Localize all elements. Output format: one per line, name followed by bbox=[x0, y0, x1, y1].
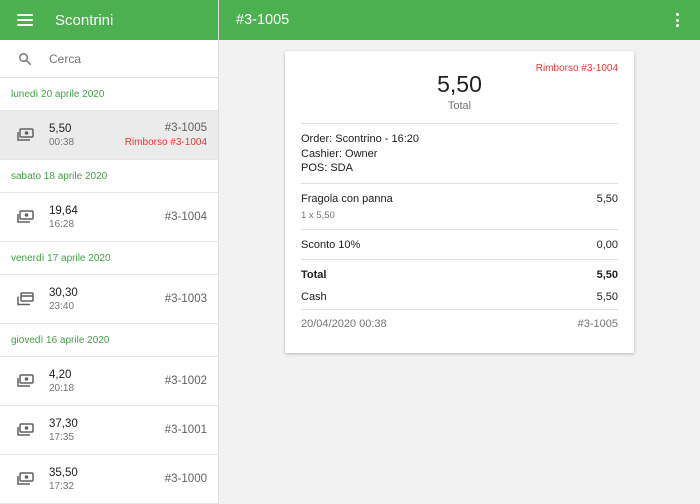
menu-icon[interactable] bbox=[17, 14, 33, 26]
cashier-info: Cashier: Owner bbox=[301, 147, 378, 160]
receipt-title: #3-1005 bbox=[236, 12, 290, 28]
receipt-time: 00:38 bbox=[49, 136, 75, 148]
receipt-amount: 35,50 bbox=[49, 466, 78, 479]
receipt-row[interactable]: 19,64 16:28 #3-1004 bbox=[0, 193, 218, 242]
receipt-row[interactable]: 5,50 00:38 #3-1005 Rimborso #3-1004 bbox=[0, 111, 218, 160]
totals-section: Total 5,50 Cash 5,50 bbox=[301, 260, 618, 309]
cash-icon bbox=[17, 472, 34, 486]
discount-row: Sconto 10% 0,00 bbox=[301, 230, 618, 259]
receipt-row[interactable]: 4,20 20:18 #3-1002 bbox=[0, 357, 218, 406]
receipt-total-caption: Total bbox=[447, 100, 472, 112]
receipt-time: 17:32 bbox=[49, 480, 75, 492]
item-name: Fragola con panna bbox=[301, 192, 393, 205]
receipt-card: Rimborso #3-1004 5,50 Total Order: Scont… bbox=[285, 51, 634, 353]
payment-value: 5,50 bbox=[596, 290, 618, 303]
receipt-footer: 20/04/2020 00:38 #3-1005 bbox=[301, 310, 618, 330]
receipt-datetime: 20/04/2020 00:38 bbox=[301, 317, 387, 330]
right-app-bar: #3-1005 bbox=[219, 0, 700, 40]
search-input[interactable] bbox=[49, 51, 199, 66]
receipt-amount: 37,30 bbox=[49, 417, 78, 430]
receipt-number: #3-1005 bbox=[164, 122, 207, 134]
pos-info: POS: SDA bbox=[301, 162, 353, 174]
refund-label: Rimborso #3-1004 bbox=[124, 137, 207, 148]
search-icon[interactable] bbox=[18, 52, 32, 66]
total-label: Total bbox=[301, 268, 327, 281]
app-title: Scontrini bbox=[55, 11, 114, 29]
receipt-number: #3-1003 bbox=[164, 293, 207, 305]
discount-value: 0,00 bbox=[596, 238, 618, 251]
item-quantity: 1 x 5,50 bbox=[301, 209, 335, 221]
receipt-number: #3-1002 bbox=[164, 375, 207, 387]
cash-icon bbox=[17, 374, 34, 388]
receipts-list: lunedì 20 aprile 2020 5,50 00:38 #3-1005 Rim… bbox=[0, 78, 218, 504]
receipt-amount: 30,30 bbox=[49, 286, 78, 299]
receipt-time: 16:28 bbox=[49, 218, 75, 230]
receipt-amount: 5,50 bbox=[49, 122, 72, 135]
cash-icon bbox=[17, 128, 34, 142]
search-bar bbox=[0, 40, 218, 78]
discount-label: Sconto 10% bbox=[301, 238, 361, 251]
receipt-row[interactable]: 37,30 17:35 #3-1001 bbox=[0, 406, 218, 455]
receipt-time: 23:40 bbox=[49, 300, 75, 312]
total-value: 5,50 bbox=[596, 268, 618, 281]
order-info: Order: Scontrino - 16:20 bbox=[301, 133, 420, 145]
receipt-number: #3-1000 bbox=[164, 473, 207, 485]
left-app-bar: Scontrini bbox=[0, 0, 218, 40]
receipt-row[interactable]: 30,30 23:40 #3-1003 bbox=[0, 275, 218, 324]
date-header: venerdì 17 aprile 2020 bbox=[0, 242, 218, 275]
cash-icon bbox=[17, 210, 34, 224]
receipt-number: #3-1001 bbox=[164, 424, 207, 436]
date-header: giovedì 16 aprile 2020 bbox=[0, 324, 218, 357]
date-header: lunedì 20 aprile 2020 bbox=[0, 78, 218, 111]
receipt-number: #3-1004 bbox=[164, 211, 207, 223]
receipt-row[interactable]: 35,50 17:32 #3-1000 bbox=[0, 455, 218, 504]
receipt-line-item: Fragola con panna 5,50 1 x 5,50 bbox=[301, 184, 618, 229]
card-icon bbox=[17, 292, 34, 306]
more-options-icon[interactable] bbox=[676, 13, 680, 27]
receipt-amount: 4,20 bbox=[49, 368, 72, 381]
date-header: sabato 18 aprile 2020 bbox=[0, 160, 218, 193]
payment-label: Cash bbox=[301, 290, 327, 303]
receipts-list-panel: Scontrini lunedì 20 aprile 20205,5000:38… bbox=[0, 0, 219, 504]
receipt-number: #3-1005 bbox=[577, 317, 618, 330]
receipt-total-amount: 5,50 bbox=[437, 71, 482, 97]
receipt-time: 17:35 bbox=[49, 431, 75, 443]
cash-icon bbox=[17, 423, 34, 437]
item-price: 5,50 bbox=[596, 192, 618, 205]
receipt-meta: Order: Scontrino - 16:20 Cashier: Owner … bbox=[301, 124, 618, 183]
receipt-time: 20:18 bbox=[49, 382, 75, 394]
receipt-amount: 19,64 bbox=[49, 204, 78, 217]
refund-reference[interactable]: Rimborso #3-1004 bbox=[536, 63, 618, 74]
